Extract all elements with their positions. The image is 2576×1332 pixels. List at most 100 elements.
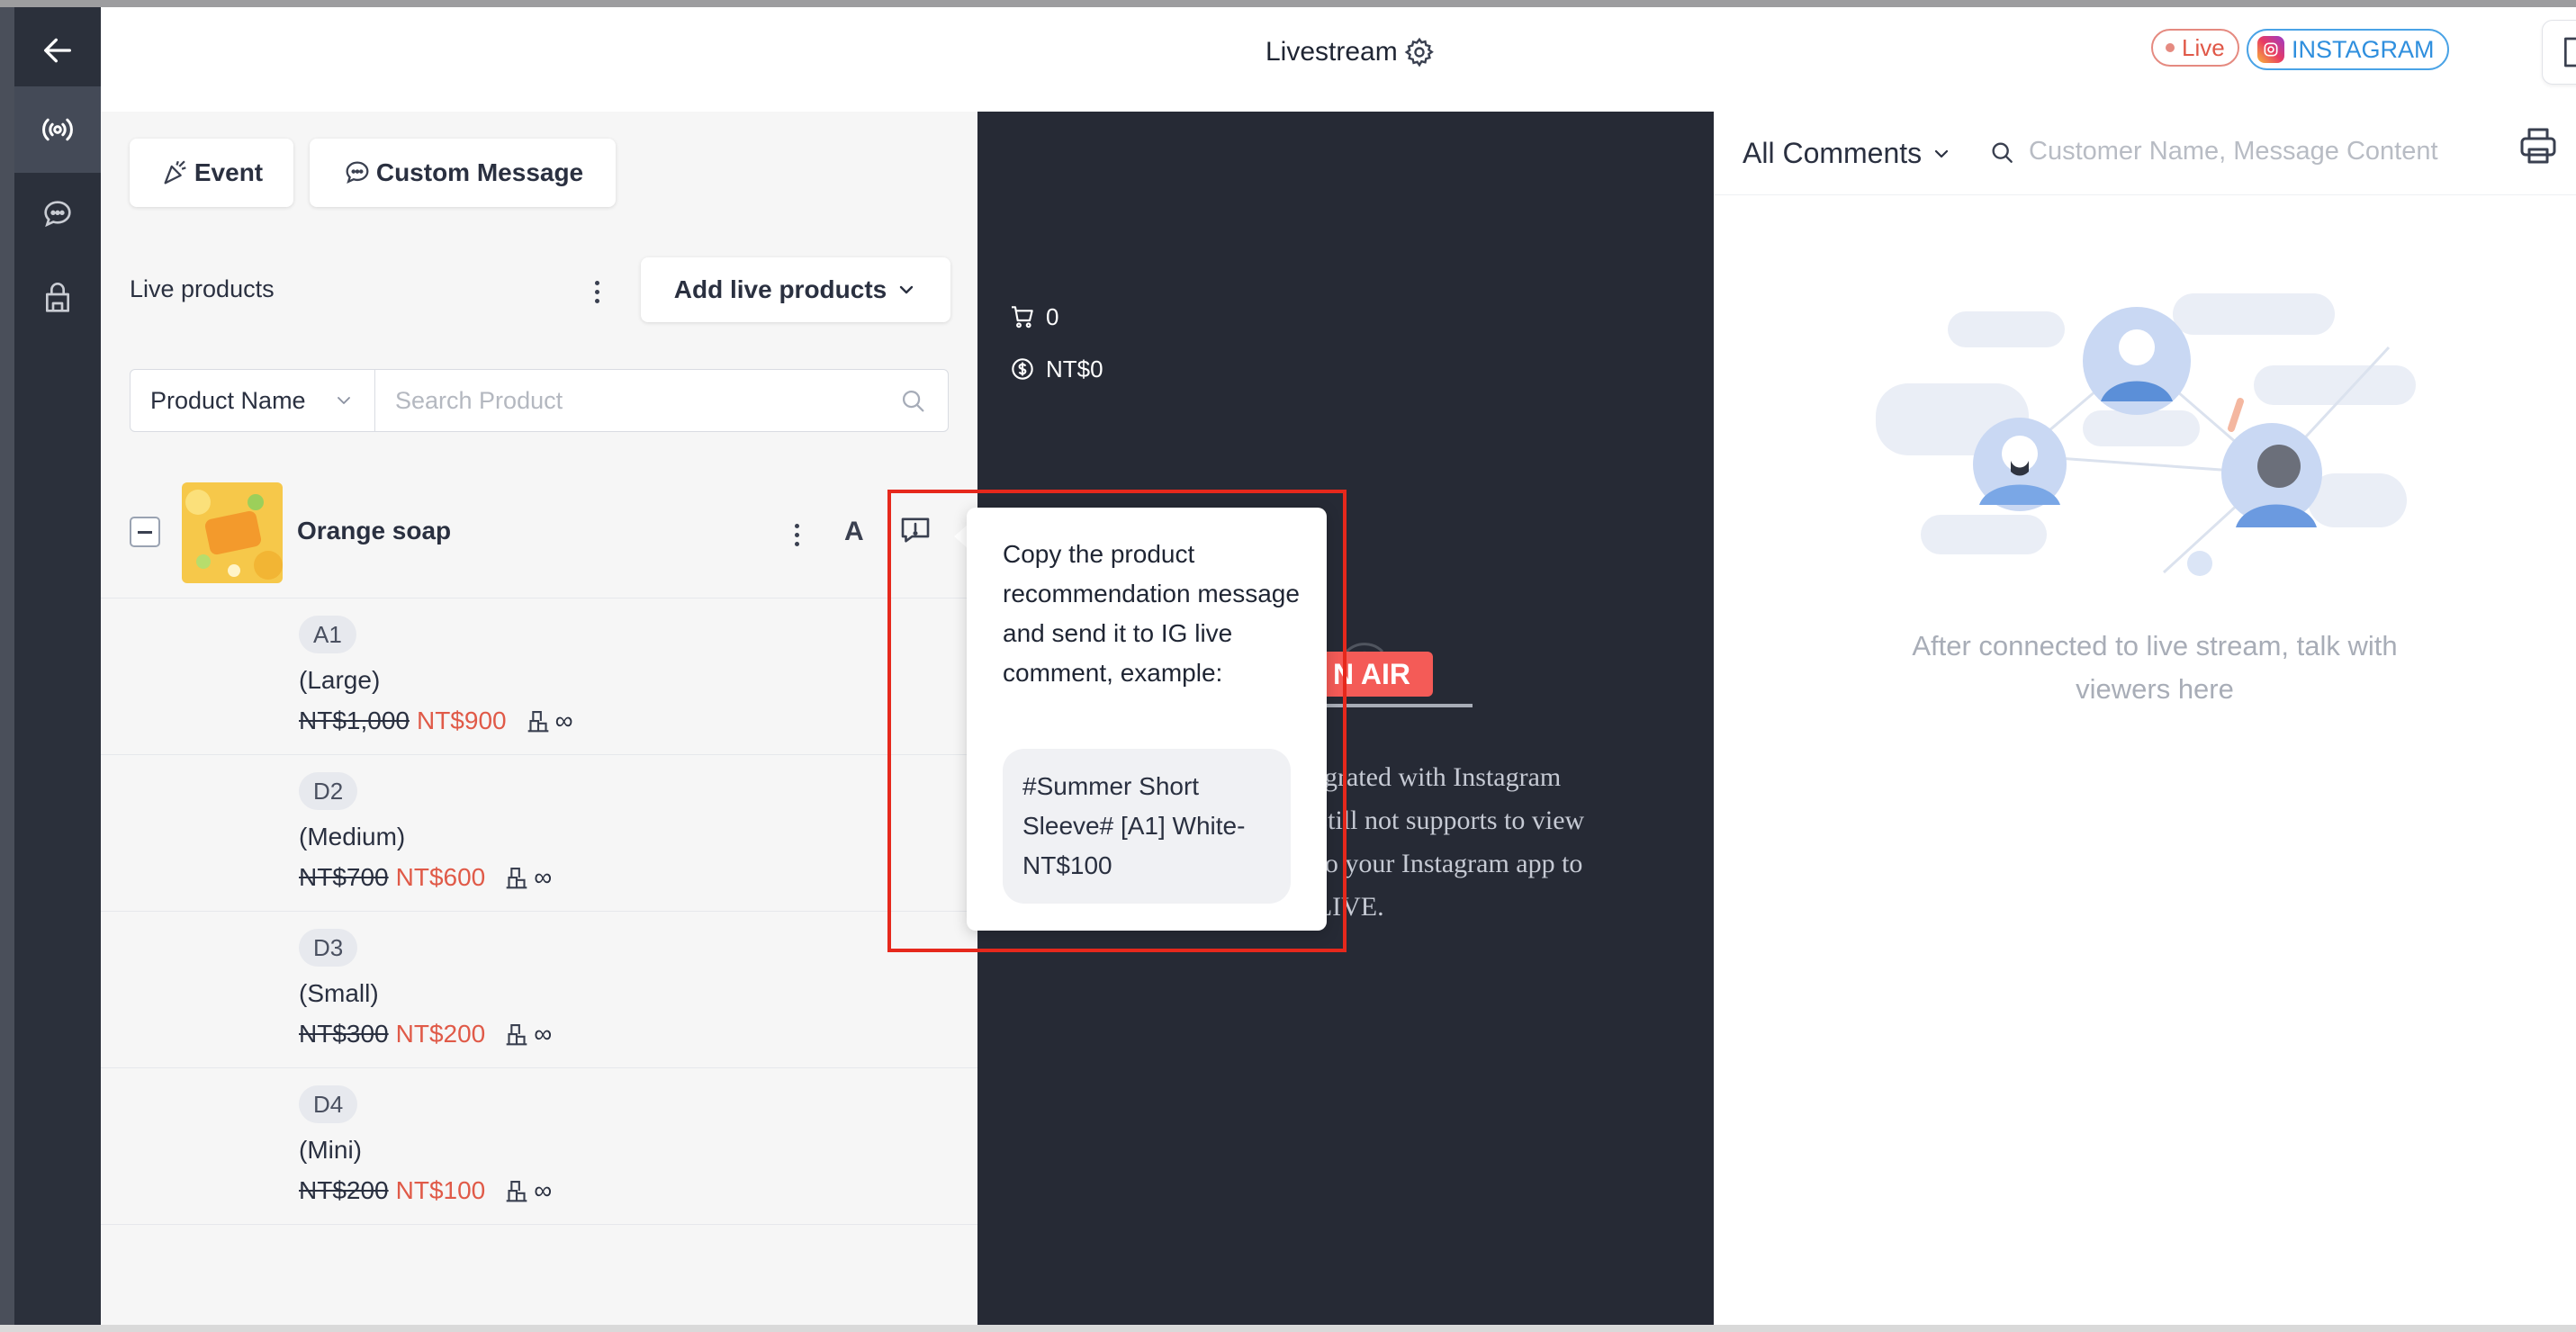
live-products-panel: Event Custom Message Live products Add l… (101, 112, 977, 1325)
back-arrow-icon (44, 38, 72, 63)
product-filter-select[interactable]: Product Name (131, 370, 375, 431)
variant-size: (Medium) (299, 823, 406, 850)
variant-stock-value: ∞ (534, 1176, 553, 1204)
variant-code-badge: D3 (299, 929, 358, 967)
dollar-coin-icon (1012, 358, 1033, 380)
comments-filter-dropdown[interactable]: All Comments (1743, 137, 1952, 170)
stream-message-line: integrated with Instagram (1283, 762, 1562, 792)
search-icon (1992, 141, 2013, 163)
variant-row[interactable]: D4 (Mini) NT$200 NT$100 ∞ (101, 1067, 977, 1225)
live-status-badge: Live (2151, 29, 2239, 67)
variant-stock: ∞ (501, 1019, 552, 1049)
variant-sale-price: NT$100 (395, 1176, 486, 1204)
inventory-boxes-icon (506, 868, 527, 889)
variant-original-price: NT$200 (299, 1176, 389, 1204)
comments-filter-label: All Comments (1743, 137, 1923, 169)
inventory-boxes-icon (527, 711, 548, 733)
live-products-more-icon[interactable] (583, 274, 610, 310)
cart-count-stat: 0 (1008, 302, 1058, 331)
variant-code-badge: A1 (299, 616, 356, 653)
platform-label: INSTAGRAM (2292, 35, 2435, 63)
store-icon (46, 283, 69, 312)
variant-original-price: NT$700 (299, 863, 389, 891)
variant-row[interactable]: D2 (Medium) NT$700 NT$600 ∞ (101, 754, 977, 912)
add-live-products-label: Add live products (673, 275, 887, 303)
chevron-down-icon (900, 285, 914, 294)
variant-stock: ∞ (523, 706, 573, 736)
sidebar-item-store[interactable] (14, 256, 101, 342)
tooltip-example-message: #Summer Short Sleeve# [A1] White-NT$100 (1003, 749, 1291, 904)
product-label-a-button[interactable]: A (844, 517, 864, 547)
variant-code-badge: D4 (299, 1085, 358, 1123)
variant-prices: NT$1,000 NT$900 ∞ (299, 706, 573, 736)
back-button[interactable] (14, 7, 101, 94)
add-live-products-dropdown[interactable]: Add live products (641, 257, 950, 322)
empty-comments-message: After connected to live stream, talk wit… (1912, 630, 2398, 705)
custom-message-button[interactable]: Custom Message (310, 139, 616, 207)
print-icon[interactable] (2517, 124, 2560, 167)
instagram-icon (2257, 36, 2284, 63)
variant-prices: NT$200 NT$100 ∞ (299, 1175, 552, 1206)
window-top-border (0, 0, 2576, 7)
variant-stock: ∞ (501, 1175, 552, 1206)
settings-gear-icon[interactable] (1403, 36, 1436, 68)
variant-stock: ∞ (501, 862, 552, 893)
variant-original-price: NT$300 (299, 1020, 389, 1048)
product-search-input[interactable]: Search Product (375, 370, 948, 431)
event-button-label: Event (194, 158, 264, 186)
stream-message-line: he LIVE. (1283, 892, 1384, 922)
sidebar (14, 7, 101, 1325)
instagram-platform-badge[interactable]: INSTAGRAM (2247, 29, 2449, 70)
variant-size: (Small) (299, 979, 379, 1007)
search-icon[interactable] (897, 385, 928, 416)
empty-comments-illustration (1876, 293, 2416, 576)
variant-row[interactable]: A1 (Large) NT$1,000 NT$900 ∞ (101, 598, 977, 755)
collapse-toggle[interactable] (130, 517, 160, 547)
chat-bubble-icon (44, 201, 71, 228)
chevron-down-icon (1935, 149, 1949, 158)
variant-prices: NT$700 NT$600 ∞ (299, 862, 552, 893)
variant-row[interactable]: D3 (Small) NT$300 NT$200 ∞ (101, 911, 977, 1068)
live-products-title: Live products (130, 275, 275, 302)
top-header: Livestream Live INSTAGRAM (101, 7, 2576, 112)
sidebar-item-livestream[interactable] (14, 86, 101, 173)
product-filter-value: Product Name (150, 386, 306, 414)
inventory-boxes-icon (506, 1181, 527, 1202)
variant-stock-value: ∞ (554, 706, 573, 734)
stream-unavailable-message: integrated with Instagram on still not s… (1283, 756, 1698, 929)
page-title: Livestream (1265, 37, 1398, 67)
sidebar-item-chat[interactable] (14, 171, 101, 257)
message-bubble-icon (346, 161, 369, 184)
comments-search-input[interactable]: Customer Name, Message Content (1987, 137, 2438, 166)
event-button[interactable]: Event (130, 139, 293, 207)
cart-icon (1012, 306, 1033, 328)
recommendation-message-icon[interactable] (896, 511, 934, 549)
product-more-icon[interactable] (783, 517, 810, 553)
comments-search-placeholder: Customer Name, Message Content (2029, 137, 2438, 166)
cart-count-value: 0 (1046, 302, 1059, 330)
variant-code-badge: D2 (299, 772, 358, 810)
variant-sale-price: NT$200 (395, 1020, 486, 1048)
variant-size: (Mini) (299, 1136, 362, 1164)
revenue-stat: NT$0 (1008, 355, 1103, 383)
custom-message-label: Custom Message (375, 158, 584, 186)
product-search-placeholder: Search Product (395, 386, 563, 414)
live-dot-icon (2166, 43, 2175, 52)
comments-panel: All Comments Customer Name, Message Cont… (1714, 112, 2576, 1325)
exit-door-icon (2564, 37, 2576, 68)
stream-message-line: go to your Instagram app to (1283, 849, 1583, 878)
variant-stock-value: ∞ (534, 863, 553, 891)
inventory-boxes-icon (506, 1024, 527, 1046)
tooltip-description: Copy the product recommendation message … (1003, 540, 1300, 687)
variant-sale-price: NT$600 (395, 863, 486, 891)
product-thumbnail (182, 482, 283, 583)
recommendation-tooltip: Copy the product recommendation message … (967, 508, 1327, 931)
product-name: Orange soap (297, 517, 452, 544)
party-popper-icon (164, 160, 186, 184)
window-left-border (0, 7, 14, 1325)
chevron-down-icon (338, 397, 350, 404)
comments-header: All Comments Customer Name, Message Cont… (1714, 112, 2576, 195)
variant-size: (Large) (299, 666, 381, 694)
exit-livestream-button[interactable] (2542, 20, 2576, 85)
live-status-label: Live (2182, 33, 2225, 61)
